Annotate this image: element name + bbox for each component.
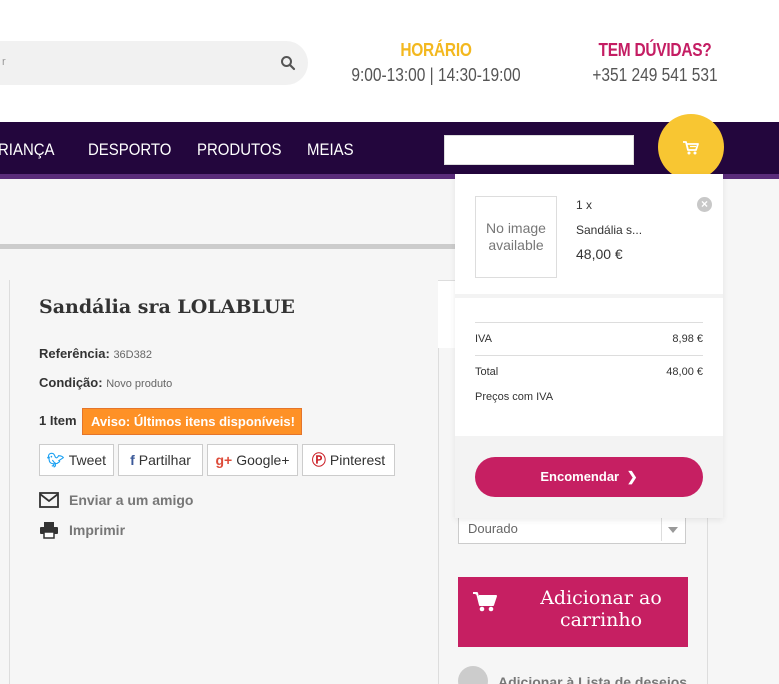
cart-item-image[interactable]: No image available (475, 196, 557, 278)
cart-icon (683, 141, 699, 155)
tax-label: IVA (475, 333, 492, 345)
cart-icon (473, 592, 497, 612)
product-image-panel (0, 280, 10, 684)
total-label: Total (475, 366, 499, 378)
condition-value: Novo produto (106, 378, 173, 390)
hours-title: HORÁRIO (400, 40, 472, 60)
nav-item-desporto[interactable]: DESPORTO (88, 140, 171, 160)
google-plus-icon: g+ (215, 452, 233, 468)
send-to-friend-label: Enviar a um amigo (69, 492, 194, 508)
search-icon[interactable] (280, 55, 296, 71)
help-title: TEM DÚVIDAS? (598, 40, 712, 60)
remove-item-icon[interactable]: × (697, 197, 712, 212)
cart-dropdown: No image available 1 x Sandália s... 48,… (455, 174, 723, 518)
cart-totals: IVA 8,98 € Total 48,00 € Preços com IVA (455, 298, 723, 436)
facebook-icon: f (130, 452, 135, 468)
color-select[interactable]: Dourado (458, 514, 686, 544)
envelope-icon (39, 492, 59, 508)
reference-value: 36D382 (113, 349, 152, 361)
tax-row: IVA 8,98 € (475, 333, 703, 345)
add-to-cart-label: Adicionar ao carrinho (540, 587, 662, 631)
facebook-label: Partilhar (138, 452, 191, 468)
pinterest-label: Pinterest (329, 452, 386, 468)
tweet-label: Tweet (68, 452, 107, 468)
opening-hours: HORÁRIO 9:00-13:00 | 14:30-19:00 (335, 40, 537, 86)
search-placeholder-glyph: r (2, 56, 6, 68)
totals-divider (475, 355, 703, 356)
product-title: Sandália sra LOLABLUE (39, 296, 295, 318)
tax-note: Preços com IVA (475, 391, 554, 403)
facebook-share-button[interactable]: f Partilhar (118, 444, 203, 476)
reference-label: Referência: (39, 346, 110, 361)
help-contact: TEM DÚVIDAS? +351 249 541 531 (580, 40, 730, 86)
nav-item-meias[interactable]: MEIAS (307, 140, 354, 160)
price-box-edge (438, 280, 456, 348)
add-to-cart-button[interactable]: Adicionar ao carrinho (458, 577, 688, 647)
checkout-button[interactable]: Encomendar ❯ (475, 457, 703, 497)
checkout-label: Encomendar (540, 469, 620, 484)
tax-value: 8,98 € (672, 333, 703, 345)
tweet-button[interactable]: 🐦︎ Tweet (39, 444, 114, 476)
cart-item: No image available 1 x Sandália s... 48,… (455, 174, 723, 294)
product-reference: Referência: 36D382 (39, 346, 152, 361)
google-plus-button[interactable]: g+ Google+ (207, 444, 298, 476)
condition-label: Condição: (39, 375, 103, 390)
nav-item-crianca[interactable]: RIANÇA (0, 140, 55, 160)
total-row: Total 48,00 € (475, 366, 703, 378)
wishlist-label: Adicionar à Lista de desejos (498, 674, 688, 684)
cart-item-price: 48,00 € (576, 246, 623, 262)
hours-value: 9:00-13:00 | 14:30-19:00 (351, 65, 521, 85)
chevron-right-icon: ❯ (626, 469, 638, 484)
pinterest-button[interactable]: Ⓟ Pinterest (302, 444, 395, 476)
chevron-down-icon (661, 517, 683, 541)
breadcrumb-divider (0, 244, 455, 249)
header-search-bar[interactable]: r (0, 41, 308, 85)
print-label: Imprimir (69, 522, 126, 538)
help-phone[interactable]: +351 249 541 531 (591, 65, 720, 86)
pinterest-icon: Ⓟ (311, 452, 326, 468)
cart-item-name[interactable]: Sandália s... (576, 223, 642, 237)
totals-divider (475, 322, 703, 323)
color-select-value: Dourado (468, 521, 518, 536)
cart-button[interactable] (658, 114, 724, 180)
stock-warning-badge: Aviso: Últimos itens disponíveis! (82, 408, 302, 435)
nav-item-produtos[interactable]: PRODUTOS (197, 140, 282, 160)
product-condition: Condição: Novo produto (39, 375, 172, 390)
total-value: 48,00 € (666, 366, 703, 378)
nav-search-input[interactable] (444, 135, 634, 165)
printer-icon (40, 522, 58, 539)
google-label: Google+ (236, 452, 290, 468)
cart-item-quantity: 1 x (576, 198, 593, 212)
stock-count: 1 Item (39, 413, 77, 428)
twitter-icon: 🐦︎ (46, 452, 65, 468)
